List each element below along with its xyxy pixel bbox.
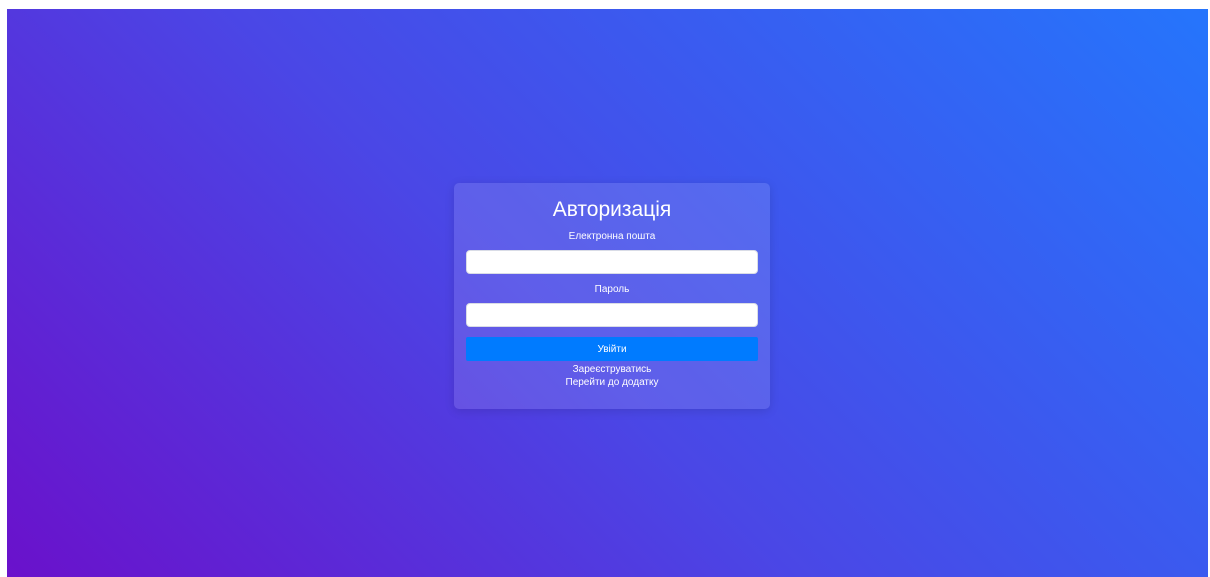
go-to-app-link[interactable]: Перейти до додатку <box>466 376 758 389</box>
login-card: Авторизація Електронна пошта Пароль Увій… <box>454 183 770 409</box>
register-link[interactable]: Зареєструватись <box>466 363 758 376</box>
login-title: Авторизація <box>552 198 672 221</box>
email-label: Електронна пошта <box>568 231 656 242</box>
email-input[interactable] <box>466 250 758 274</box>
page-background: Авторизація Електронна пошта Пароль Увій… <box>7 9 1208 577</box>
password-label: Пароль <box>594 284 630 295</box>
password-input[interactable] <box>466 303 758 327</box>
login-button[interactable]: Увійти <box>466 337 758 361</box>
